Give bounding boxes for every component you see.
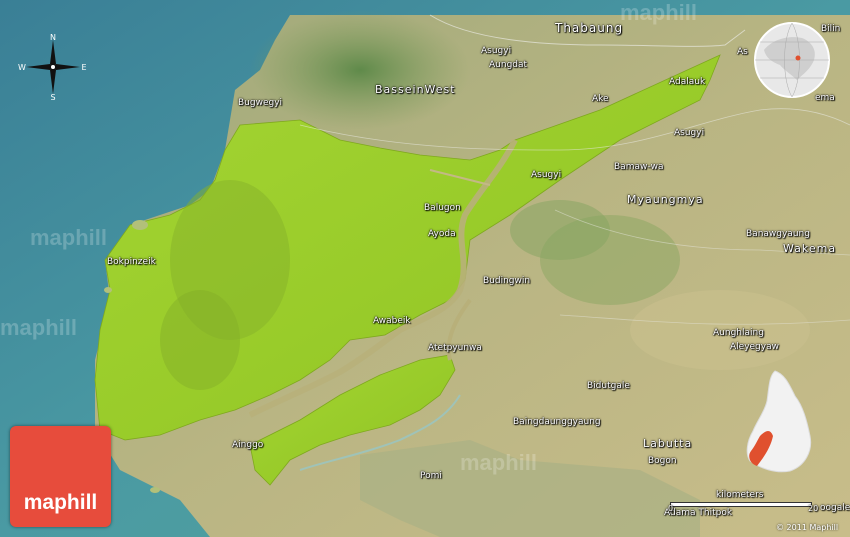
compass-s: S [50, 93, 55, 102]
place-label: Baingdaunggyaung [513, 417, 601, 427]
place-label: Asugyi [481, 46, 512, 56]
place-label: Budingwin [483, 276, 531, 286]
place-label: Aunghlaing [713, 328, 764, 338]
place-label: Pomi [420, 471, 442, 481]
place-label: Ake [592, 94, 609, 104]
place-label: Banawgyaung [746, 229, 810, 239]
place-label: Bamaw-wa [614, 162, 664, 172]
place-label: Bokpinzeik [107, 257, 156, 267]
compass-n: N [50, 33, 56, 42]
region-label-thabaung: Thabaung [555, 21, 624, 35]
place-label: oogale [820, 503, 850, 513]
scale-line [670, 502, 812, 507]
place-label: Ayoda [428, 229, 456, 239]
scale-bar: kilometers 0 20 [668, 490, 828, 514]
place-label: As [737, 47, 748, 57]
region-label-labutta: Labutta [643, 437, 693, 450]
place-label: Bogon [648, 456, 677, 466]
inset-locator-map [746, 370, 812, 473]
compass-e: E [81, 63, 86, 72]
scale-label: kilometers [716, 490, 764, 500]
place-label: Bidutgale [587, 381, 630, 391]
scale-right-value: 20 [808, 504, 819, 513]
place-label: Aungdat [489, 60, 528, 70]
place-label: Atetpyunwa [428, 343, 482, 353]
place-label: Adalauk [669, 77, 706, 87]
compass-rose-icon: N S W E [18, 33, 86, 102]
place-label: Wakema [783, 242, 837, 255]
globe-locator-icon [754, 22, 830, 98]
place-label: Balugon [424, 203, 461, 213]
map-canvas[interactable]: maphill maphill maphill maphill Thabaung… [0, 0, 850, 537]
maphill-logo[interactable]: maphill [10, 426, 111, 527]
place-label: Bugwegyi [238, 98, 283, 108]
place-label: Ainggo [232, 440, 264, 450]
place-label: Aleyegyaw [730, 342, 779, 352]
copyright-text: © 2011 Maphill [776, 523, 839, 532]
place-label: Asugyi [674, 128, 705, 138]
place-label: Asugyi [531, 170, 562, 180]
scale-left-value: 0 [668, 504, 674, 513]
region-label-bassein-west: BasseinWest [375, 83, 456, 96]
terrain-layer [0, 0, 850, 537]
watermark: maphill [620, 0, 698, 25]
compass-w: W [18, 63, 26, 72]
place-label: Awabeik [373, 316, 411, 326]
watermark: maphill [0, 315, 78, 340]
logo-text: maphill [23, 491, 98, 514]
region-label-myaungmya: Myaungmya [627, 193, 704, 206]
watermark: maphill [460, 450, 538, 475]
watermark: maphill [30, 225, 108, 250]
